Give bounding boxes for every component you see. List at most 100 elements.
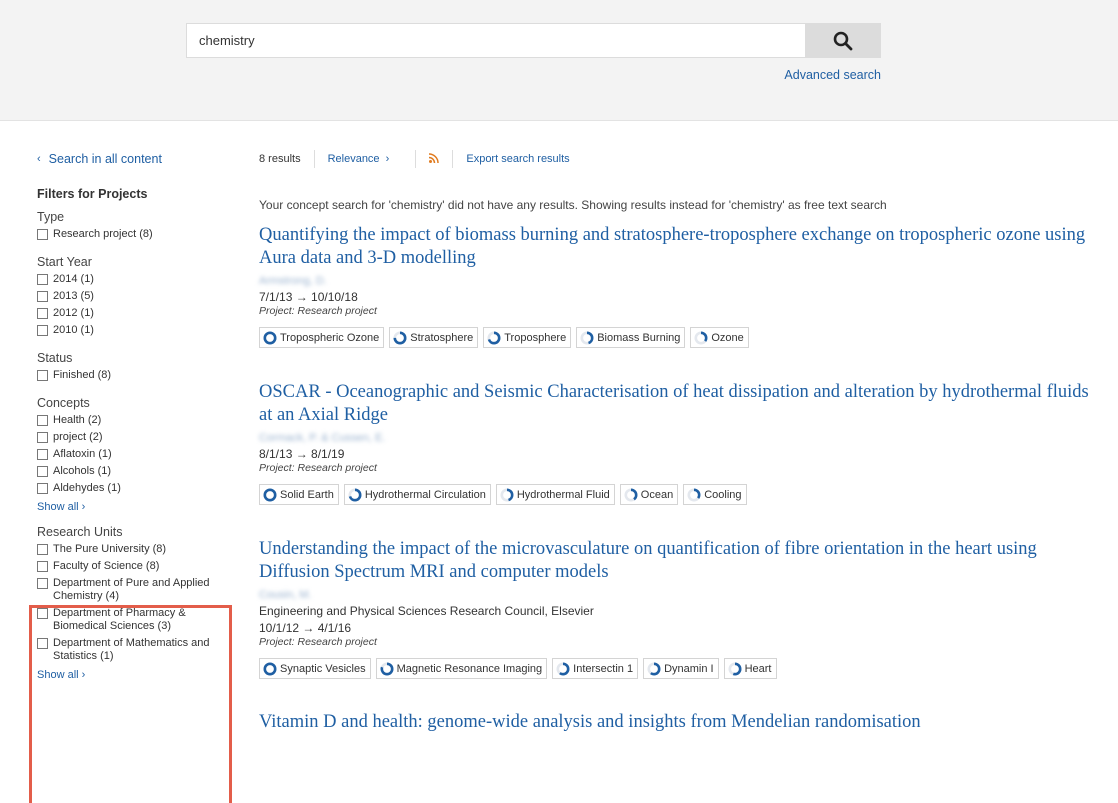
filter-option[interactable]: 2012 (1) [37, 305, 237, 322]
checkbox[interactable] [37, 325, 48, 336]
research-units-highlight [29, 605, 232, 803]
facet-title: Status [37, 351, 73, 365]
filter-option[interactable]: Department of Pure and Applied Chemistry… [37, 575, 237, 605]
advanced-search-link[interactable]: Advanced search [740, 68, 881, 82]
concept-tag[interactable]: Synaptic Vesicles [259, 658, 371, 679]
concept-weight-icon [263, 331, 277, 344]
checkbox[interactable] [37, 561, 48, 572]
concept-tag[interactable]: Ocean [619, 484, 679, 505]
result-date-range: 10/1/12 → 4/1/16 [259, 621, 352, 635]
rss-icon[interactable] [429, 152, 440, 166]
filter-option[interactable]: 2013 (5) [37, 288, 237, 305]
filter-option[interactable]: 2014 (1) [37, 271, 237, 288]
result-authors[interactable]: Cousin, M. [259, 589, 1104, 601]
result-date-range: 7/1/13 → 10/10/18 [259, 290, 358, 304]
result-date-range: 8/1/13 → 8/1/19 [259, 447, 345, 461]
checkbox[interactable] [37, 544, 48, 555]
concept-tag[interactable]: Intersectin 1 [552, 658, 639, 679]
concept-tag[interactable]: Troposphere [483, 327, 572, 348]
checkbox[interactable] [37, 449, 48, 460]
concept-tag-label: Solid Earth [280, 488, 334, 501]
concept-tag-label: Ozone [711, 331, 744, 344]
sort-dropdown[interactable]: Relevance › [328, 153, 390, 165]
results-toolbar: 8 results Relevance › Export search resu… [259, 150, 1104, 168]
export-results-link[interactable]: Export search results [466, 153, 569, 165]
checkbox[interactable] [37, 370, 48, 381]
concept-tag-label: Synaptic Vesicles [280, 662, 366, 675]
concept-tag-label: Stratosphere [410, 331, 474, 344]
result-authors[interactable]: Cormack, P. & Cussen, E. [259, 432, 1104, 444]
search-all-content-label: Search in all content [48, 152, 162, 166]
concept-weight-icon [556, 662, 570, 675]
toolbar-divider [313, 150, 315, 168]
filter-option-label: Faculty of Science (8) [53, 560, 160, 572]
result-type: Project: Research project [259, 462, 377, 474]
checkbox[interactable] [37, 466, 48, 477]
concept-tag[interactable]: Magnetic Resonance Imaging [375, 658, 548, 679]
concept-tag[interactable]: Ozone [690, 327, 749, 348]
search-button[interactable] [805, 23, 881, 58]
concept-tag[interactable]: Stratosphere [389, 327, 479, 348]
checkbox[interactable] [37, 308, 48, 319]
filter-option[interactable]: Faculty of Science (8) [37, 558, 237, 575]
filter-option[interactable]: Health (2) [37, 412, 237, 429]
filter-option[interactable]: project (2) [37, 429, 237, 446]
results-list: Quantifying the impact of biomass burnin… [259, 224, 1104, 734]
result-authors[interactable]: Armstrong, D. [259, 275, 1104, 287]
filter-option[interactable]: Finished (8) [37, 367, 237, 384]
facet-title: Type [37, 210, 65, 224]
result-title-link[interactable]: Quantifying the impact of biomass burnin… [259, 224, 1104, 270]
filter-option-label: Aldehydes (1) [53, 482, 121, 494]
concept-tag[interactable]: Cooling [683, 484, 747, 505]
filter-option-label: Alcohols (1) [53, 465, 112, 477]
filter-option[interactable]: 2010 (1) [37, 322, 237, 339]
search-all-content-link[interactable]: ‹ Search in all content [37, 150, 237, 168]
concept-tag[interactable]: Tropospheric Ozone [259, 327, 385, 348]
result-title-link[interactable]: Understanding the impact of the microvas… [259, 538, 1104, 584]
checkbox[interactable] [37, 291, 48, 302]
concept-tag[interactable]: Dynamin I [643, 658, 719, 679]
result-title-link[interactable]: OSCAR - Oceanographic and Seismic Charac… [259, 381, 1104, 427]
filter-option[interactable]: Aflatoxin (1) [37, 446, 237, 463]
concept-tag-label: Troposphere [504, 331, 567, 344]
concept-tag-label: Hydrothermal Fluid [516, 488, 610, 501]
filter-option[interactable]: The Pure University (8) [37, 541, 237, 558]
concept-weight-icon [694, 331, 708, 344]
show-all-link[interactable]: Show all › [37, 501, 237, 513]
checkbox[interactable] [37, 578, 48, 589]
filter-option-label: Aflatoxin (1) [53, 448, 112, 460]
search-header: Advanced search [0, 0, 1118, 121]
checkbox[interactable] [37, 432, 48, 443]
result-item: Understanding the impact of the microvas… [259, 538, 1104, 679]
concept-tag[interactable]: Hydrothermal Circulation [343, 484, 491, 505]
concept-tag-label: Tropospheric Ozone [280, 331, 380, 344]
concept-tag[interactable]: Solid Earth [259, 484, 339, 505]
concept-tag[interactable]: Hydrothermal Fluid [495, 484, 615, 505]
result-item: OSCAR - Oceanographic and Seismic Charac… [259, 381, 1104, 505]
checkbox[interactable] [37, 274, 48, 285]
filter-option[interactable]: Aldehydes (1) [37, 480, 237, 497]
result-item: Quantifying the impact of biomass burnin… [259, 224, 1104, 348]
concept-tag[interactable]: Heart [723, 658, 777, 679]
search-input[interactable] [186, 23, 806, 58]
filter-option-label: project (2) [53, 431, 103, 443]
result-type: Project: Research project [259, 305, 377, 317]
facet-group: Concepts Health (2) project (2) Aflatoxin (… [37, 396, 237, 513]
filter-option[interactable]: Alcohols (1) [37, 463, 237, 480]
checkbox[interactable] [37, 415, 48, 426]
toolbar-divider [415, 150, 417, 168]
concept-weight-icon [624, 488, 638, 501]
concept-weight-icon [263, 488, 277, 501]
checkbox[interactable] [37, 483, 48, 494]
concept-weight-icon [487, 331, 501, 344]
checkbox[interactable] [37, 229, 48, 240]
results-panel: 8 results Relevance › Export search resu… [259, 150, 1104, 734]
filter-option[interactable]: Research project (8) [37, 226, 237, 243]
result-title-link[interactable]: Vitamin D and health: genome-wide analys… [259, 711, 1104, 734]
filter-option-label: Research project (8) [53, 228, 153, 240]
concept-weight-icon [263, 662, 277, 675]
concept-tag-label: Cooling [704, 488, 742, 501]
concept-tag[interactable]: Biomass Burning [576, 327, 686, 348]
filter-option-label: Finished (8) [53, 369, 112, 381]
concept-weight-icon [393, 331, 407, 344]
